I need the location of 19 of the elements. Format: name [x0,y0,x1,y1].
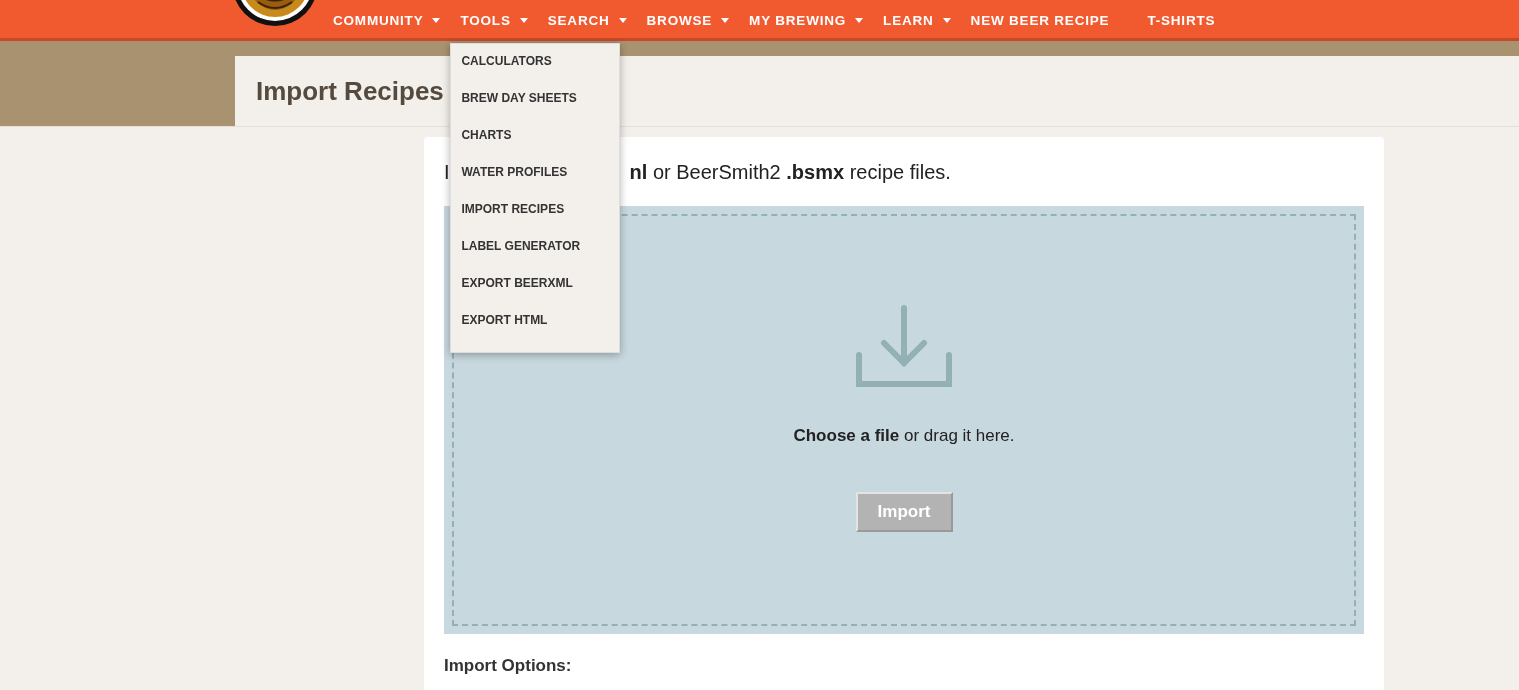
intro-text: I [444,160,450,184]
dropdown-item[interactable]: EXPORT BEERXML [451,271,620,308]
dropdown-item[interactable]: CALCULATORS [451,49,620,86]
page-title: Import Recipes [256,75,444,107]
dropdown-item[interactable]: CHARTS [451,123,620,160]
intro-text: nl or BeerSmith2 .bsmx recipe files. [629,160,951,184]
caret-icon [618,18,627,23]
caret-icon [942,18,951,23]
caret-icon [721,18,730,23]
dropdown-item[interactable]: EXPORT HTML [451,308,620,345]
caret-icon [432,18,441,23]
options-heading: Import Options: [444,656,573,676]
caret-icon [855,18,864,23]
download-icon [856,305,952,387]
dropdown-item[interactable]: BREW DAY SHEETS [451,86,620,123]
dropzone-prompt: Choose a file or drag it here. [793,426,1015,446]
dropdown-item[interactable]: WATER PROFILES [451,160,620,197]
dropdown-item[interactable]: LABEL GENERATOR [451,234,620,271]
caret-icon [519,18,528,23]
